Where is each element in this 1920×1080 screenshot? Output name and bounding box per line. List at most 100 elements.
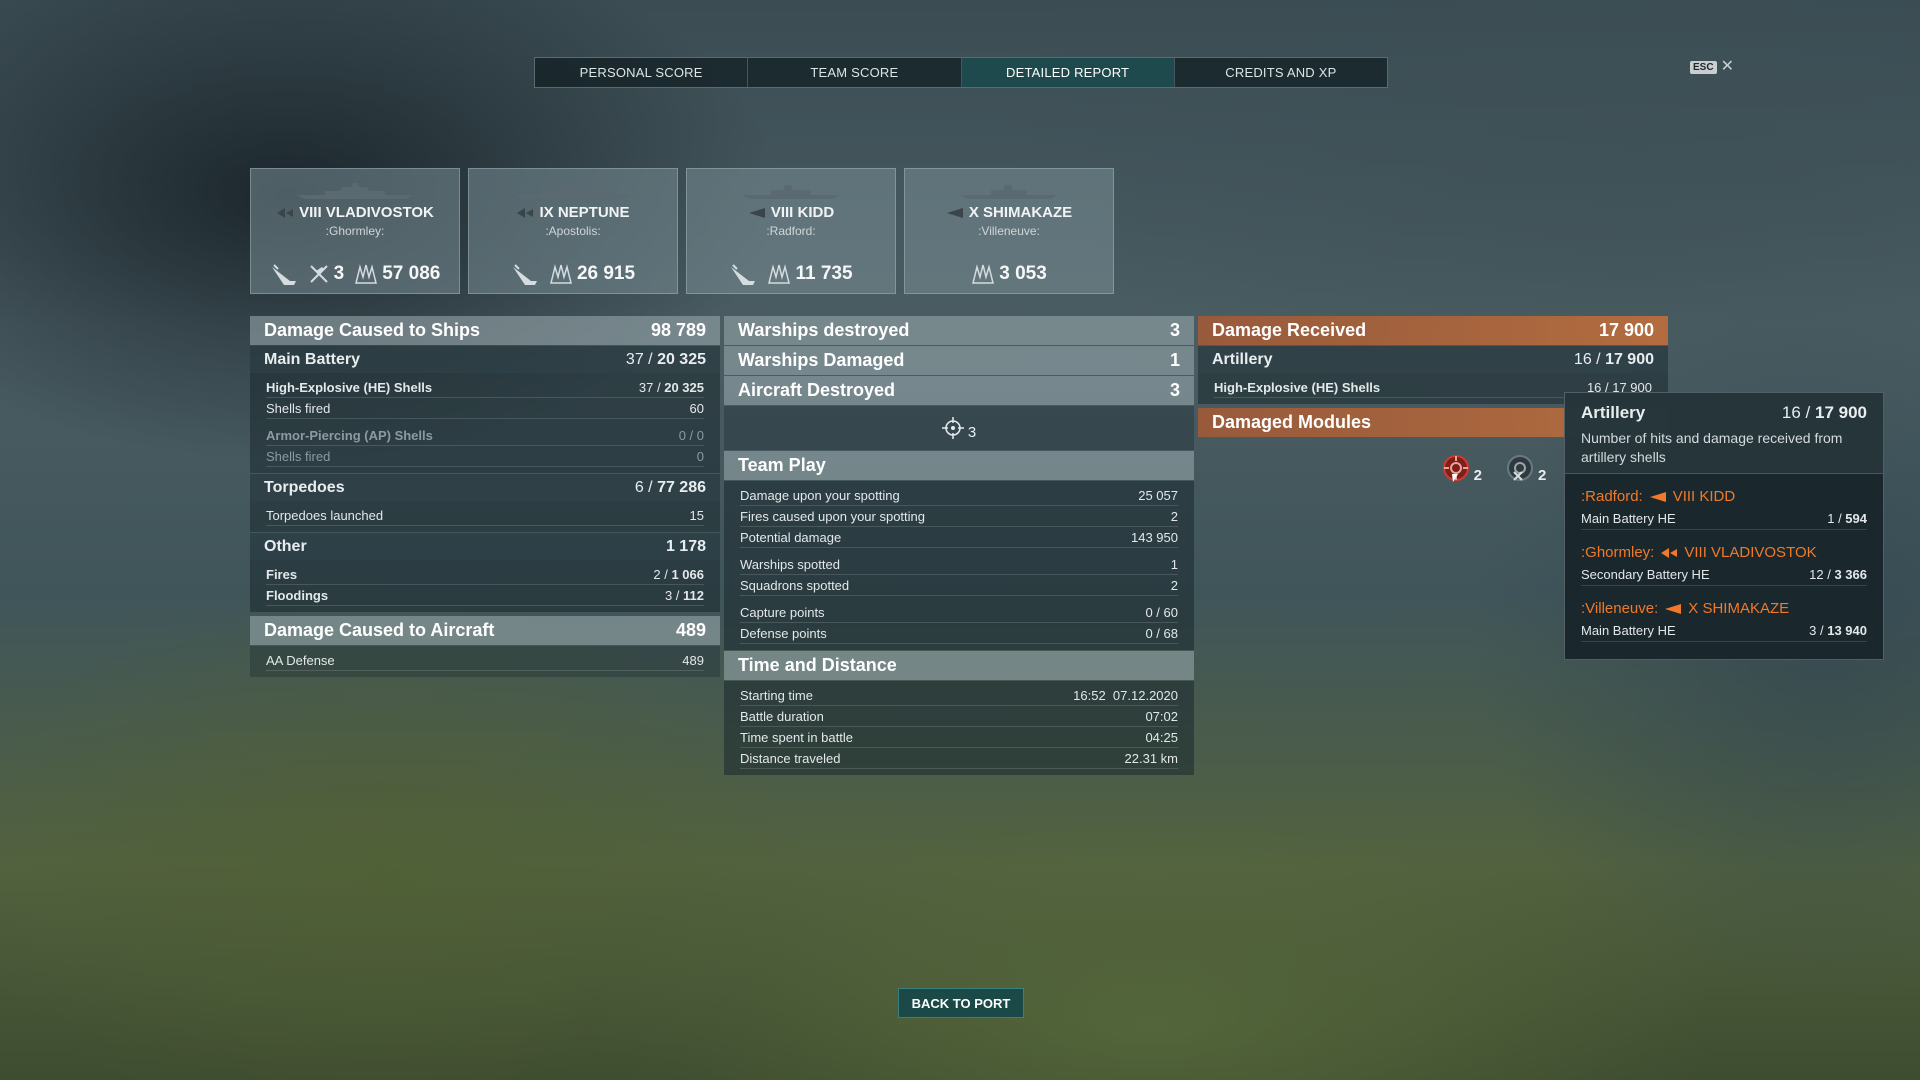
damage-value: 1 066 [671, 566, 704, 582]
ap-shells-fired-row: Shells fired 0 [266, 446, 704, 467]
separator: / [1823, 567, 1835, 582]
he-shells-fired-row: Shells fired 60 [266, 398, 704, 419]
destroyed-module-icon [1507, 455, 1533, 481]
section-title: Damaged Modules [1212, 412, 1372, 432]
results-column: Warships destroyed 3 Warships Damaged 1 … [724, 316, 1194, 776]
damage-value: 77 286 [657, 478, 706, 496]
aa-defense-row: AA Defense 489 [266, 650, 704, 671]
row-value: 2 [1170, 508, 1178, 524]
team-play-row: Warships spotted 1 [740, 554, 1178, 575]
close-icon[interactable]: ✕ [1721, 59, 1734, 75]
ship-player: :Radford: [766, 224, 816, 238]
row-label: Fires [266, 566, 298, 582]
section-title: Warships destroyed [738, 320, 910, 340]
separator: / [1591, 350, 1606, 368]
team-play-row: Potential damage 143 950 [740, 527, 1178, 548]
hits-value: 16 [1573, 350, 1592, 368]
damage-icon [549, 264, 572, 284]
ship-silhouette-icon [515, 183, 631, 199]
row-value: 22.31 km [1124, 750, 1178, 766]
row-label: Floodings [266, 587, 329, 603]
row-label: Torpedoes launched [266, 507, 384, 523]
ship-name: X SHIMAKAZE [968, 204, 1073, 221]
row-label: Defense points [740, 625, 827, 641]
tab-personal-score[interactable]: PERSONAL SCORE [535, 58, 749, 87]
damage-received-header: Damage Received 17 900 [1198, 316, 1668, 345]
section-title: Damage Received [1212, 320, 1367, 340]
esc-key-hint: ESC [1690, 60, 1717, 74]
torpedoes-header: Torpedoes 6 / 77 286 [250, 474, 720, 501]
row-value: 60 [689, 400, 704, 416]
aircraft-destroyed-detail: 3 [724, 406, 1194, 450]
artillery-header[interactable]: Artillery 16 / 17 900 [1198, 346, 1668, 373]
separator: / [1816, 623, 1828, 638]
module-count: 2 [1473, 467, 1482, 484]
row-label: Damage upon your spotting [740, 487, 900, 503]
row-label: Shells fired [266, 400, 331, 416]
hits-value: 37 [638, 379, 654, 395]
damage-value: 3 366 [1834, 567, 1867, 582]
module-item[interactable]: 2 [1440, 452, 1482, 484]
ship-silhouette-icon [961, 185, 1057, 199]
ship-card-neptune: IX NEPTUNE :Apostolis: 26 915 [468, 168, 678, 294]
torpedo-hit-icon [731, 264, 756, 285]
damage-ships-header: Damage Caused to Ships 98 789 [250, 316, 720, 345]
damage-icon [972, 264, 995, 284]
back-to-port-button[interactable]: BACK TO PORT [898, 988, 1024, 1018]
separator: / [643, 350, 658, 368]
section-title: Warships Damaged [738, 350, 905, 370]
attacker-player: :Villeneuve: [1581, 600, 1659, 617]
ship-name: IX NEPTUNE [539, 204, 630, 221]
hits-value: 16 [1781, 403, 1801, 422]
torpedoes-launched-row: Torpedoes launched 15 [266, 505, 704, 526]
ship-name: VIII KIDD [770, 204, 835, 221]
row-label: Battle duration [740, 708, 824, 724]
section-value: 1 [1169, 350, 1180, 370]
tooltip-description: Number of hits and damage received from … [1581, 430, 1843, 465]
team-play-row: Fires caused upon your spotting 2 [740, 506, 1178, 527]
tab-credits-and-xp[interactable]: CREDITS AND XP [1175, 58, 1387, 87]
damage-value: 11 735 [795, 263, 853, 284]
damage-value: 20 325 [657, 350, 706, 368]
damaged-turret-icon [1442, 455, 1469, 482]
cruiser-class-icon [1661, 547, 1678, 558]
main-battery-header: Main Battery 37 / 20 325 [250, 346, 720, 373]
row-value: 2 [1170, 577, 1178, 593]
attacker-ship: X SHIMAKAZE [1688, 600, 1790, 617]
attacker-ship: VIII VLADIVOSTOK [1684, 544, 1817, 561]
damage-value: 112 [683, 587, 704, 603]
close-button[interactable]: ESC ✕ [1690, 59, 1734, 75]
damage-value: 3 053 [999, 263, 1047, 284]
subsection-value: 1 178 [665, 537, 706, 555]
attacker-ship: VIII KIDD [1672, 488, 1736, 505]
row-value: 15 [689, 507, 704, 523]
time-distance-header: Time and Distance [724, 651, 1194, 680]
row-label: Armor-Piercing (AP) Shells [266, 427, 433, 443]
section-title: Team Play [738, 455, 826, 475]
subsection-title: Other [264, 537, 307, 555]
row-label: Distance traveled [740, 750, 841, 766]
team-play-row: Capture points 0 / 60 [740, 602, 1178, 623]
row-label: Time spent in battle [740, 729, 853, 745]
ship-name: VIII VLADIVOSTOK [299, 204, 434, 221]
tab-detailed-report[interactable]: DETAILED REPORT [961, 58, 1175, 87]
tab-team-score[interactable]: TEAM SCORE [748, 58, 962, 87]
artillery-tooltip: Artillery 16 / 17 900 Number of hits and… [1564, 392, 1884, 660]
row-value: 25 057 [1138, 487, 1178, 503]
module-item[interactable]: 2 [1504, 452, 1546, 484]
ship-card-shimakaze: X SHIMAKAZE :Villeneuve: 3 053 [904, 168, 1114, 294]
row-value: 0 / 60 [1145, 604, 1178, 620]
cruiser-class-icon [277, 207, 294, 218]
section-title: Aircraft Destroyed [738, 380, 896, 400]
subsection-title: Artillery [1212, 350, 1273, 368]
report-tabs: PERSONAL SCORE TEAM SCORE DETAILED REPOR… [534, 57, 1388, 88]
damage-value: 594 [1845, 511, 1867, 526]
cruiser-class-icon [517, 207, 534, 218]
subsection-title: Main Battery [264, 350, 361, 368]
destroyer-class-icon [1665, 603, 1682, 614]
he-shells-row: High-Explosive (HE) Shells 37 / 20 325 [266, 377, 704, 398]
row-value: 0 / 68 [1145, 625, 1178, 641]
other-header: Other 1 178 [250, 533, 720, 560]
damage-icon [768, 264, 791, 284]
row-label: AA Defense [266, 652, 335, 668]
